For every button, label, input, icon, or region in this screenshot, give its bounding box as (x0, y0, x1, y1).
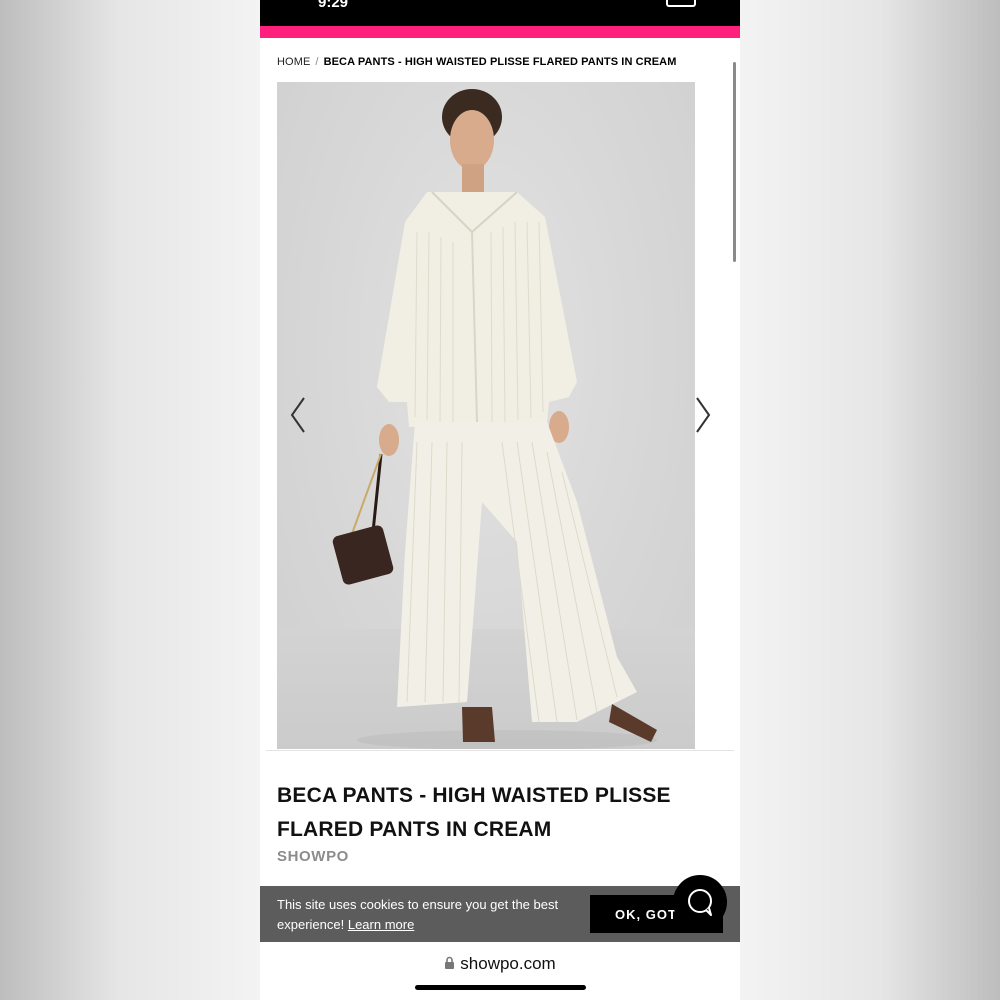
site-header-accent-bar (260, 26, 740, 38)
battery-icon (666, 0, 696, 7)
model-figure (332, 89, 657, 749)
url-text: showpo.com (460, 954, 556, 973)
home-indicator (415, 985, 586, 990)
breadcrumb-current: BECA PANTS - HIGH WAISTED PLISSE FLARED … (323, 56, 677, 68)
status-time: 9:29 (318, 0, 349, 11)
breadcrumb-home-link[interactable]: HOME (277, 56, 310, 68)
breadcrumb: HOME / BECA PANTS - HIGH WAISTED PLISSE FL… (277, 56, 677, 68)
status-bar: 9:29 (260, 0, 740, 26)
product-image[interactable] (277, 82, 695, 749)
gallery-divider (266, 750, 734, 751)
chevron-right-icon (696, 397, 711, 433)
lock-icon (445, 956, 455, 969)
cookie-message: This site uses cookies to ensure you get… (277, 897, 559, 932)
product-brand[interactable]: SHOWPO (277, 848, 349, 865)
cookie-message-container: This site uses cookies to ensure you get… (277, 895, 577, 935)
page-scrollbar[interactable] (733, 62, 736, 262)
gallery-next-button[interactable] (693, 395, 713, 435)
chat-button[interactable] (673, 875, 727, 929)
cookie-learn-more-link[interactable]: Learn more (348, 917, 414, 932)
mobile-browser-screen: 9:29 HOME / BECA PANTS - HIGH WAISTED PLIS… (260, 0, 740, 1000)
url-display[interactable]: showpo.com (260, 954, 740, 974)
gallery-prev-button[interactable] (288, 395, 308, 435)
chat-bubble-icon (688, 889, 712, 916)
product-title: BECA PANTS - HIGH WAISTED PLISSE FLARED … (277, 784, 671, 841)
breadcrumb-separator: / (315, 56, 319, 68)
browser-address-bar[interactable]: showpo.com (260, 942, 740, 1000)
cookie-banner: This site uses cookies to ensure you get… (260, 886, 740, 942)
chevron-left-icon (290, 397, 305, 433)
